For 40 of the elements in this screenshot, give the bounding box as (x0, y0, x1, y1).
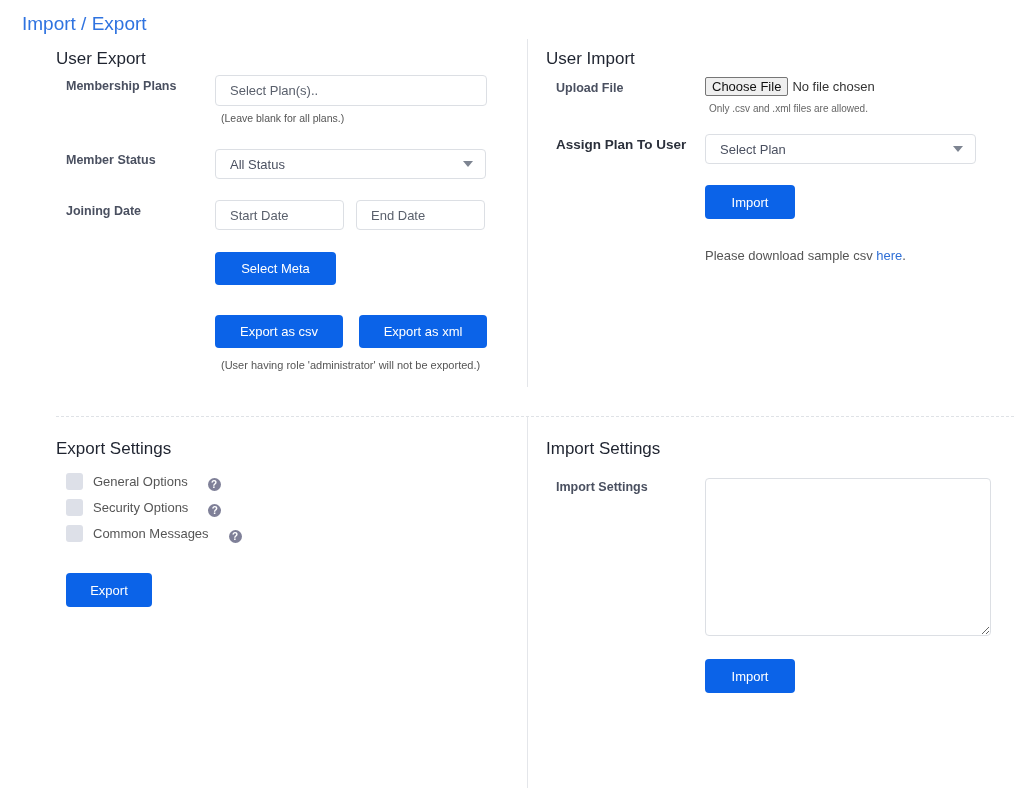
hint-text: (Leave blank for all plans.) (220, 111, 346, 124)
checkbox[interactable] (66, 473, 83, 490)
field-label: Member Status (65, 152, 157, 169)
plans-field[interactable]: Select Plan(s).. (215, 75, 487, 106)
field-label: Assign Plan To User (555, 136, 688, 154)
hint-text: Only .csv and .xml files are allowed. (708, 102, 869, 114)
import-button[interactable]: Import (705, 185, 795, 219)
section-heading: User Import (546, 49, 636, 70)
help-icon[interactable]: ? (228, 530, 242, 543)
field-label: Joining Date (65, 203, 142, 220)
caret-icon (463, 161, 473, 167)
status-dropdown[interactable]: All Status (215, 149, 486, 179)
field-label: Import Settings (555, 479, 649, 496)
help-icon[interactable]: ? (208, 504, 222, 517)
select-meta-button[interactable]: Select Meta (215, 252, 336, 285)
export-button[interactable]: Export (66, 573, 152, 607)
option-label: General Options (93, 474, 188, 489)
start-date-field[interactable]: Start Date (215, 200, 344, 230)
plan-dropdown[interactable]: Select Plan (705, 134, 976, 164)
field-label: Membership Plans (65, 78, 178, 95)
import-button[interactable]: Import (705, 659, 795, 693)
checkbox[interactable] (66, 499, 83, 516)
checkbox[interactable] (66, 525, 83, 542)
help-icon[interactable]: ? (207, 478, 221, 491)
section-heading: Export Settings (56, 439, 173, 460)
file-status: No file chosen (792, 79, 875, 94)
option-label: Common Messages (93, 526, 209, 541)
settings-textarea[interactable] (705, 478, 991, 636)
page-title: Import / Export (21, 12, 148, 36)
note-text: (User having role 'administrator' will not be exported.) (220, 358, 482, 373)
caret-icon (953, 146, 963, 152)
option-label: Security Options (93, 500, 189, 515)
export-button[interactable]: Export as csv (215, 315, 343, 348)
section-heading: User Export (56, 49, 147, 70)
download-note: Please download sample csv here. (705, 248, 906, 263)
end-date-field[interactable]: End Date (356, 200, 485, 230)
choose-file-button[interactable]: Choose File (705, 77, 789, 96)
field-label: Upload File (555, 80, 625, 97)
export-button[interactable]: Export as xml (359, 315, 487, 348)
section-heading: Import Settings (546, 439, 662, 460)
